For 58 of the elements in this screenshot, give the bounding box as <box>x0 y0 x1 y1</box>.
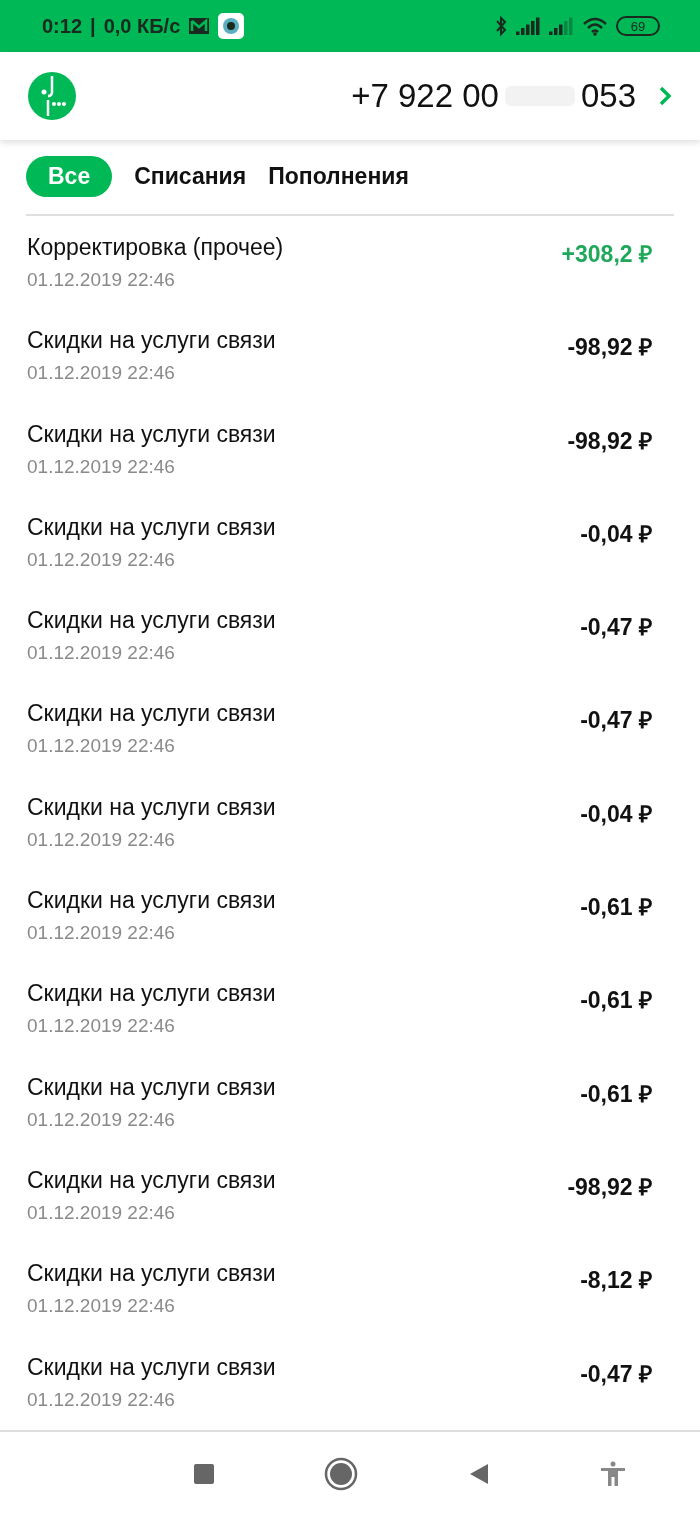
transaction-amount: -98,92 ₽ <box>567 426 652 454</box>
filter-tab[interactable]: Списания <box>134 155 247 197</box>
accessibility-icon[interactable] <box>600 1461 626 1487</box>
transaction-date: 01.12.2019 22:46 <box>27 642 176 665</box>
network-speed: 0,0 КБ/с <box>103 14 181 38</box>
transaction-title: Скидки на услуги связи <box>27 1353 276 1381</box>
transaction-amount: -98,92 ₽ <box>567 333 652 361</box>
transaction-amount: -0,04 ₽ <box>580 799 652 827</box>
transaction-title: Корректировка (прочее) <box>27 234 284 261</box>
separator-text: | <box>90 14 96 38</box>
transaction-title: Скидки на услуги связи <box>27 513 276 541</box>
filter-tab[interactable]: Пополнения <box>268 155 409 197</box>
transaction-title: Скидки на услуги связи <box>27 1166 276 1194</box>
transaction-title: Скидки на услуги связи <box>27 980 276 1008</box>
home-icon[interactable] <box>324 1457 358 1491</box>
transaction-amount: -0,47 ₽ <box>580 1359 652 1387</box>
chevron-right-icon[interactable] <box>658 85 672 107</box>
status-time: 0:12 <box>42 14 83 38</box>
transaction-date: 01.12.2019 22:46 <box>27 1108 176 1131</box>
transaction-title: Скидки на услуги связи <box>27 1260 276 1288</box>
transaction-title: Скидки на услуги связи <box>27 327 276 355</box>
transaction-title: Скидки на услуги связи <box>27 1073 276 1101</box>
transaction-date: 01.12.2019 22:46 <box>27 1201 176 1224</box>
transaction-amount: -0,61 ₽ <box>580 893 652 921</box>
signal-icon <box>549 17 574 35</box>
transaction-date: 01.12.2019 22:46 <box>27 1295 176 1318</box>
transaction-amount: +308,2 ₽ <box>561 240 652 267</box>
transaction-amount: -0,61 ₽ <box>580 986 652 1014</box>
transaction-date: 01.12.2019 22:46 <box>27 269 176 291</box>
mail-icon <box>188 17 211 35</box>
transaction-date: 01.12.2019 22:46 <box>27 455 176 478</box>
transaction-date: 01.12.2019 22:46 <box>27 735 176 758</box>
transaction-date: 01.12.2019 22:46 <box>27 362 176 385</box>
wifi-icon <box>582 16 608 36</box>
transaction-date: 01.12.2019 22:46 <box>27 1388 176 1411</box>
transaction-title: Скидки на услуги связи <box>27 607 276 635</box>
transaction-title: Скидки на услуги связи <box>27 887 276 915</box>
transaction-date: 01.12.2019 22:46 <box>27 828 176 851</box>
bluetooth-icon <box>494 15 508 37</box>
transaction-amount: -98,92 ₽ <box>567 1172 652 1200</box>
transaction-title: Скидки на услуги связи <box>27 700 276 728</box>
transaction-title: Скидки на услуги связи <box>27 420 276 448</box>
transaction-date: 01.12.2019 22:46 <box>27 922 176 945</box>
signal-icon <box>516 17 541 35</box>
transaction-date: 01.12.2019 22:46 <box>27 548 176 571</box>
battery-indicator: 69 <box>616 16 660 36</box>
phone-number: 053 <box>580 77 636 115</box>
transaction-title: Скидки на услуги связи <box>27 793 276 821</box>
recents-icon[interactable] <box>192 1462 216 1486</box>
phone-number: +7 922 00 <box>351 77 499 115</box>
transaction-amount: -0,04 ₽ <box>580 519 652 547</box>
transaction-amount: -8,12 ₽ <box>580 1266 652 1294</box>
transaction-date: 01.12.2019 22:46 <box>27 1015 176 1038</box>
back-icon[interactable] <box>468 1462 490 1486</box>
transaction-amount: -0,47 ₽ <box>580 706 652 734</box>
logo-icon <box>28 72 76 120</box>
transaction-amount: -0,61 ₽ <box>580 1079 652 1107</box>
transaction-amount: -0,47 ₽ <box>580 613 652 641</box>
